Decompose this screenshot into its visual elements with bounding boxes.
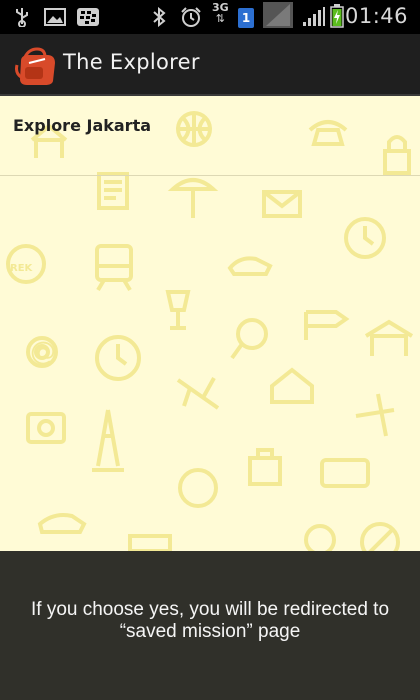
backpack-icon[interactable] bbox=[15, 43, 59, 91]
svg-text:REK: REK bbox=[10, 263, 34, 274]
status-clock: 01:46 bbox=[344, 4, 408, 28]
content-area: REK @ Explore Jakarta bbox=[0, 96, 420, 551]
alarm-icon bbox=[180, 6, 202, 28]
bluetooth-icon bbox=[152, 6, 166, 28]
battery-charging-icon bbox=[330, 4, 344, 28]
confirmation-message-panel: If you choose yes, you will be redirecte… bbox=[0, 551, 420, 700]
app-title: The Explorer bbox=[63, 50, 200, 74]
svg-text:@: @ bbox=[30, 337, 56, 367]
image-icon bbox=[44, 6, 66, 28]
confirmation-message: If you choose yes, you will be redirecte… bbox=[30, 599, 390, 642]
sim-slot-label: 1 bbox=[241, 11, 251, 25]
action-bar: The Explorer bbox=[0, 34, 420, 96]
network-3g-icon: 3G ⇅ bbox=[212, 1, 229, 25]
no-signal-icon bbox=[262, 2, 294, 28]
bbm-icon bbox=[77, 6, 99, 28]
list-item-label: Explore Jakarta bbox=[13, 116, 152, 135]
usb-icon bbox=[14, 6, 30, 28]
list-item-explore-jakarta[interactable]: Explore Jakarta bbox=[0, 96, 420, 176]
signal-icon bbox=[302, 6, 326, 28]
status-bar: 3G ⇅ 1 01:46 bbox=[0, 0, 420, 34]
sim-icon: 1 bbox=[238, 8, 254, 28]
